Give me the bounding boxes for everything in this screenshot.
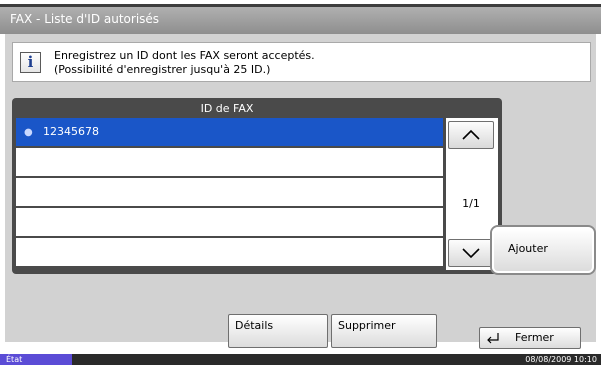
title-bar: FAX - Liste d'ID autorisés	[0, 0, 601, 34]
list-row[interactable]	[16, 148, 443, 176]
chevron-up-icon	[462, 129, 480, 140]
delete-button[interactable]: Supprimer	[331, 314, 437, 348]
info-icon: i	[20, 52, 41, 73]
window-title: FAX - Liste d'ID autorisés	[10, 12, 160, 26]
details-button-label: Détails	[235, 319, 274, 332]
info-line-1: Enregistrez un ID dont les FAX seront ac…	[54, 49, 315, 62]
list-scroller: 1/1	[446, 118, 498, 270]
list-row[interactable]	[16, 208, 443, 236]
list-header: ID de FAX	[200, 102, 254, 115]
page-indicator: 1/1	[462, 197, 480, 210]
scroll-down-button[interactable]	[448, 239, 494, 267]
add-button-label: Ajouter	[508, 242, 548, 255]
chevron-down-icon	[462, 248, 480, 259]
main-panel: i Enregistrez un ID dont les FAX seront …	[5, 34, 596, 348]
info-box: i Enregistrez un ID dont les FAX seront …	[12, 42, 591, 82]
return-arrow-icon	[487, 333, 499, 344]
info-line-2: (Possibilité d'enregistrer jusqu'à 25 ID…	[54, 63, 271, 76]
add-button[interactable]: Ajouter	[492, 227, 594, 273]
status-tab[interactable]: État	[0, 354, 72, 365]
status-bar: État 08/08/2009 10:10	[0, 354, 601, 365]
scroll-up-button[interactable]	[448, 121, 494, 149]
delete-button-label: Supprimer	[338, 319, 396, 332]
fax-allowed-id-screen: FAX - Liste d'ID autorisés i Enregistrez…	[0, 0, 601, 365]
fax-id-list: ID de FAX ● 12345678 1/1	[12, 98, 502, 274]
list-row[interactable]	[16, 178, 443, 206]
list-row[interactable]	[16, 238, 443, 266]
close-button[interactable]: Fermer	[479, 327, 581, 349]
list-row-text: 12345678	[43, 125, 99, 138]
list-row-selected[interactable]: ● 12345678	[16, 118, 443, 146]
details-button[interactable]: Détails	[228, 314, 328, 348]
close-button-label: Fermer	[515, 331, 554, 344]
status-datetime: 08/08/2009 10:10	[525, 355, 597, 364]
fax-icon: ●	[24, 127, 33, 138]
